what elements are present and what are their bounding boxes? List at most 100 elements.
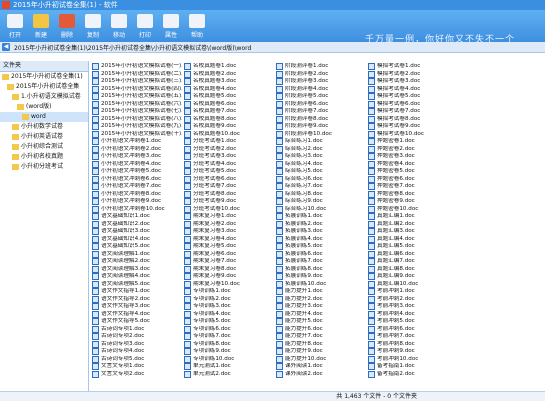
file-item[interactable]: 能力提升10.doc xyxy=(276,356,366,364)
tree-item[interactable]: 小升初综合测试 xyxy=(0,142,88,152)
file-item[interactable]: 期末复习卷3.doc xyxy=(184,228,274,236)
file-item[interactable]: 模拟考试卷7.doc xyxy=(368,108,458,116)
file-item[interactable]: 阶段测评卷6.doc xyxy=(276,101,366,109)
file-item[interactable]: 2015年小升初语文模拟试卷(十).doc xyxy=(92,131,182,139)
file-item[interactable]: 语文作文指导5.doc xyxy=(92,318,182,326)
file-item[interactable]: 名校真题卷1.doc xyxy=(184,63,274,71)
file-item[interactable]: 分班考试卷3.doc xyxy=(184,153,274,161)
file-item[interactable]: 备考指南2.doc xyxy=(368,371,458,379)
print-button[interactable]: 打印 xyxy=(134,13,156,41)
tree-item[interactable]: 小升初英语试卷 xyxy=(0,132,88,142)
file-item[interactable]: 能力提升8.doc xyxy=(276,341,366,349)
file-item[interactable]: 期末复习卷8.doc xyxy=(184,266,274,274)
file-item[interactable]: 古诗词专项2.doc xyxy=(92,333,182,341)
file-item[interactable]: 模拟考试卷10.doc xyxy=(368,131,458,139)
file-item[interactable]: 2015年小升初语文模拟试卷(五).doc xyxy=(92,93,182,101)
file-item[interactable]: 综合练习5.doc xyxy=(276,168,366,176)
file-item[interactable]: 综合练习8.doc xyxy=(276,191,366,199)
file-item[interactable]: 小升初语文冲刺卷2.doc xyxy=(92,146,182,154)
file-item[interactable]: 小升初语文冲刺卷7.doc xyxy=(92,183,182,191)
file-item[interactable]: 能力提升4.doc xyxy=(276,311,366,319)
file-item[interactable]: 期末复习卷1.doc xyxy=(184,213,274,221)
file-item[interactable]: 考前冲刺7.doc xyxy=(368,333,458,341)
file-item[interactable]: 专项训练7.doc xyxy=(184,333,274,341)
open-button[interactable]: 打开 xyxy=(4,13,26,41)
file-item[interactable]: 语文阅读理解2.doc xyxy=(92,258,182,266)
file-item[interactable]: 押题密卷5.doc xyxy=(368,168,458,176)
file-item[interactable]: 单元测试1.doc xyxy=(184,363,274,371)
file-item[interactable]: 语文阅读理解3.doc xyxy=(92,266,182,274)
file-item[interactable]: 期末复习卷7.doc xyxy=(184,258,274,266)
file-item[interactable]: 模拟考试卷4.doc xyxy=(368,86,458,94)
new-button[interactable]: 新建 xyxy=(30,13,52,41)
file-item[interactable]: 考前冲刺10.doc xyxy=(368,356,458,364)
file-item[interactable]: 课外阅读2.doc xyxy=(276,371,366,379)
file-item[interactable]: 专项训练3.doc xyxy=(184,303,274,311)
properties-button[interactable]: 属性 xyxy=(160,13,182,41)
file-item[interactable]: 真题汇编6.doc xyxy=(368,251,458,259)
file-item[interactable]: 真题汇编1.doc xyxy=(368,213,458,221)
file-item[interactable]: 小升初语文冲刺卷4.doc xyxy=(92,161,182,169)
file-item[interactable]: 拓展训练2.doc xyxy=(276,221,366,229)
file-item[interactable]: 语文作文指导4.doc xyxy=(92,311,182,319)
file-item[interactable]: 语文基础知识3.doc xyxy=(92,228,182,236)
file-item[interactable]: 真题汇编3.doc xyxy=(368,228,458,236)
file-item[interactable]: 古诗词专项4.doc xyxy=(92,348,182,356)
file-item[interactable]: 综合练习6.doc xyxy=(276,176,366,184)
tree-item[interactable]: (word版) xyxy=(0,102,88,112)
file-item[interactable]: 语文阅读理解5.doc xyxy=(92,281,182,289)
file-item[interactable]: 2015年小升初语文模拟试卷(四).doc xyxy=(92,86,182,94)
file-item[interactable]: 押题密卷9.doc xyxy=(368,198,458,206)
file-item[interactable]: 综合练习1.doc xyxy=(276,138,366,146)
file-item[interactable]: 考前冲刺1.doc xyxy=(368,288,458,296)
file-item[interactable]: 分班考试卷8.doc xyxy=(184,191,274,199)
file-item[interactable]: 分班考试卷1.doc xyxy=(184,138,274,146)
file-item[interactable]: 押题密卷7.doc xyxy=(368,183,458,191)
file-item[interactable]: 真题汇编8.doc xyxy=(368,266,458,274)
file-item[interactable]: 专项训练1.doc xyxy=(184,288,274,296)
file-item[interactable]: 模拟考试卷1.doc xyxy=(368,63,458,71)
file-item[interactable]: 拓展训练5.doc xyxy=(276,243,366,251)
file-item[interactable]: 专项训练2.doc xyxy=(184,296,274,304)
file-item[interactable]: 综合练习7.doc xyxy=(276,183,366,191)
file-item[interactable]: 综合练习3.doc xyxy=(276,153,366,161)
tree-item[interactable]: 小升初分班考试 xyxy=(0,162,88,172)
file-item[interactable]: 专项训练6.doc xyxy=(184,326,274,334)
file-item[interactable]: 期末复习卷9.doc xyxy=(184,273,274,281)
file-item[interactable]: 能力提升2.doc xyxy=(276,296,366,304)
file-item[interactable]: 小升初语文冲刺卷3.doc xyxy=(92,153,182,161)
address-bar[interactable]: ◀ 2015年小升初试卷全集(1)\2015年小升初试卷全集\小升初语文模拟试卷… xyxy=(0,42,545,53)
file-item[interactable]: 名校真题卷10.doc xyxy=(184,131,274,139)
file-item[interactable]: 语文作文指导3.doc xyxy=(92,303,182,311)
file-item[interactable]: 能力提升7.doc xyxy=(276,333,366,341)
file-item[interactable]: 文言文专项2.doc xyxy=(92,371,182,379)
file-item[interactable]: 考前冲刺3.doc xyxy=(368,303,458,311)
file-item[interactable]: 分班考试卷4.doc xyxy=(184,161,274,169)
file-item[interactable]: 期末复习卷6.doc xyxy=(184,251,274,259)
file-item[interactable]: 拓展训练1.doc xyxy=(276,213,366,221)
file-item[interactable]: 考前冲刺9.doc xyxy=(368,348,458,356)
file-item[interactable]: 考前冲刺8.doc xyxy=(368,341,458,349)
tree-item[interactable]: 2015年小升初试卷全集(1) xyxy=(0,72,88,82)
file-item[interactable]: 押题密卷6.doc xyxy=(368,176,458,184)
file-item[interactable]: 小升初语文冲刺卷8.doc xyxy=(92,191,182,199)
file-item[interactable]: 名校真题卷2.doc xyxy=(184,71,274,79)
file-item[interactable]: 阶段测评卷7.doc xyxy=(276,108,366,116)
file-item[interactable]: 拓展训练9.doc xyxy=(276,273,366,281)
file-item[interactable]: 阶段测评卷2.doc xyxy=(276,71,366,79)
file-item[interactable]: 分班考试卷5.doc xyxy=(184,168,274,176)
file-item[interactable]: 期末复习卷4.doc xyxy=(184,236,274,244)
file-item[interactable]: 真题汇编2.doc xyxy=(368,221,458,229)
file-item[interactable]: 阶段测评卷1.doc xyxy=(276,63,366,71)
file-item[interactable]: 语文基础知识4.doc xyxy=(92,236,182,244)
file-item[interactable]: 押题密卷2.doc xyxy=(368,146,458,154)
file-item[interactable]: 模拟考试卷9.doc xyxy=(368,123,458,131)
file-item[interactable]: 真题汇编9.doc xyxy=(368,273,458,281)
file-item[interactable]: 拓展训练3.doc xyxy=(276,228,366,236)
file-item[interactable]: 语文阅读理解1.doc xyxy=(92,251,182,259)
file-item[interactable]: 小升初语文冲刺卷5.doc xyxy=(92,168,182,176)
file-item[interactable]: 模拟考试卷8.doc xyxy=(368,116,458,124)
file-item[interactable]: 能力提升3.doc xyxy=(276,303,366,311)
file-item[interactable]: 单元测试2.doc xyxy=(184,371,274,379)
file-item[interactable]: 语文基础知识1.doc xyxy=(92,213,182,221)
